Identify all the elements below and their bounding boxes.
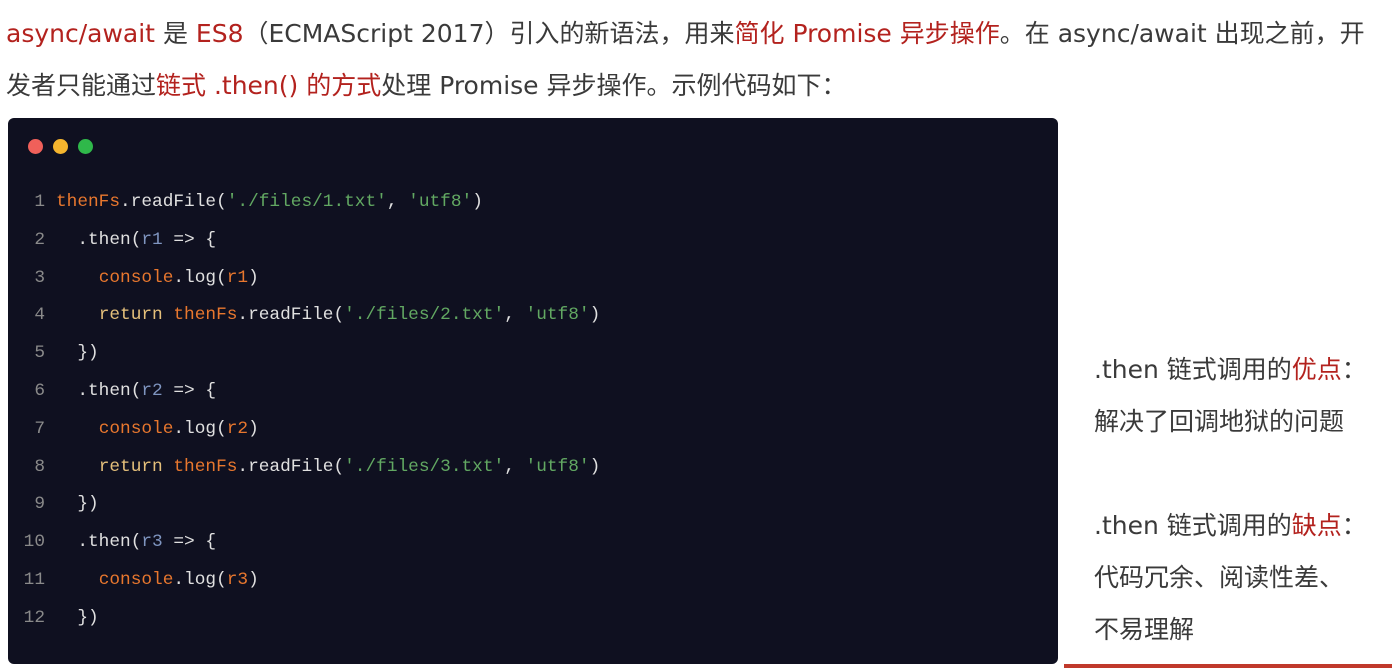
code-token: ) [589, 456, 601, 477]
code-token: r3 [141, 532, 163, 553]
pros-colon: ： [1341, 355, 1367, 384]
code-token: return [98, 305, 174, 326]
line-number: 4 [34, 305, 45, 326]
code-token: 'utf8' [408, 192, 473, 212]
code-window: 1 thenFs.readFile('./files/1.txt', 'utf8'… [8, 118, 1058, 664]
code-token: r1 [226, 267, 249, 288]
code-token: => { [162, 229, 217, 250]
code-token: ) [589, 305, 601, 326]
code-token: , [504, 305, 526, 326]
code-line: 7 console.log(r2) [8, 411, 600, 449]
line-number: 11 [23, 569, 45, 590]
code-line: 1 thenFs.readFile('./files/1.txt', 'utf8'… [8, 184, 600, 222]
cons-colon: ： [1341, 511, 1367, 540]
code-token: console [98, 418, 174, 439]
code-token: .readFile( [120, 192, 227, 212]
cons-prefix: .then 链式调用的 [1094, 511, 1292, 540]
code-token: .then( [56, 532, 142, 553]
bottom-divider [1064, 664, 1392, 668]
intro-paragraph: async/await 是 ES8（ECMAScript 2017）引入的新语法… [6, 8, 1386, 112]
code-token: r3 [226, 569, 249, 590]
code-token: ) [248, 418, 259, 439]
line-number: 3 [34, 267, 45, 288]
pros-prefix: .then 链式调用的 [1094, 355, 1292, 384]
code-line: 2 .then(r1 => { [8, 222, 600, 260]
code-token: thenFs [56, 192, 121, 212]
cons-text-2: 不易理解 [1094, 615, 1195, 644]
code-line: 12 }) [8, 600, 600, 638]
pros-note: .then 链式调用的优点： 解决了回调地狱的问题 [1094, 344, 1367, 448]
code-token: ) [248, 267, 259, 288]
code-token: console [98, 267, 174, 288]
code-token: thenFs [173, 456, 238, 477]
maximize-dot-icon [78, 139, 93, 154]
code-line: 4 return thenFs.readFile('./files/2.txt'… [8, 297, 600, 335]
code-line: 10 .then(r3 => { [8, 524, 600, 562]
line-number: 6 [34, 380, 45, 401]
intro-text: （ECMAScript 2017）引入的新语法，用来 [243, 19, 735, 48]
intro-text: 处理 Promise 异步操作。示例代码如下： [381, 71, 847, 100]
line-number: 5 [34, 343, 45, 364]
code-token: './files/3.txt' [344, 456, 505, 477]
code-token: }) [56, 494, 99, 515]
cons-text-1: 代码冗余、阅读性差、 [1094, 563, 1345, 592]
code-line: 9 }) [8, 486, 600, 524]
code-token: ) [472, 192, 483, 212]
code-line: 5 }) [8, 335, 600, 373]
code-line: 11 console.log(r3) [8, 562, 600, 600]
line-number: 8 [34, 456, 45, 477]
code-token: ) [248, 569, 259, 590]
line-number: 2 [34, 229, 45, 250]
highlight-text: 简化 Promise 异步操作 [734, 19, 1000, 48]
code-token: => { [162, 380, 217, 401]
code-token: .readFile( [237, 456, 345, 477]
code-token: .then( [56, 229, 142, 250]
code-token: }) [56, 607, 99, 628]
code-token: 'utf8' [525, 305, 590, 326]
close-dot-icon [28, 139, 43, 154]
code-token: r2 [226, 418, 249, 439]
line-number: 7 [34, 418, 45, 439]
code-token: console [98, 569, 174, 590]
code-token: .then( [56, 380, 142, 401]
line-number: 10 [23, 532, 45, 553]
code-token: './files/2.txt' [344, 305, 505, 326]
highlight-text: ES8 [195, 19, 244, 48]
code-token: r1 [141, 229, 163, 250]
code-token: , [386, 192, 409, 212]
code-token: 'utf8' [525, 456, 590, 477]
code-token: thenFs [173, 305, 238, 326]
code-token: .readFile( [237, 305, 345, 326]
line-number: 1 [34, 192, 45, 212]
code-token: => { [162, 532, 217, 553]
code-token: './files/1.txt' [226, 192, 387, 212]
highlight-text: 链式 .then() 的方式 [156, 71, 382, 100]
code-line: 8 return thenFs.readFile('./files/3.txt'… [8, 449, 600, 487]
code-lines: 1 thenFs.readFile('./files/1.txt', 'utf8'… [8, 184, 601, 638]
code-token: return [98, 456, 174, 477]
code-line: 3 console.log(r1) [8, 260, 600, 298]
code-token: .log( [173, 418, 227, 439]
line-number: 12 [23, 607, 45, 628]
code-token: .log( [173, 267, 227, 288]
pros-text: 解决了回调地狱的问题 [1094, 407, 1345, 436]
line-number: 9 [34, 494, 45, 515]
minimize-dot-icon [53, 139, 68, 154]
code-token: }) [56, 343, 99, 364]
intro-text: 是 [155, 19, 196, 48]
pros-highlight: 优点 [1291, 355, 1342, 384]
code-line: 6 .then(r2 => { [8, 373, 600, 411]
cons-highlight: 缺点 [1291, 511, 1342, 540]
code-token: r2 [141, 380, 163, 401]
code-token: , [504, 456, 526, 477]
code-token: .log( [173, 569, 227, 590]
cons-note: .then 链式调用的缺点： 代码冗余、阅读性差、 不易理解 [1094, 500, 1367, 656]
highlight-text: async/await [6, 19, 155, 48]
